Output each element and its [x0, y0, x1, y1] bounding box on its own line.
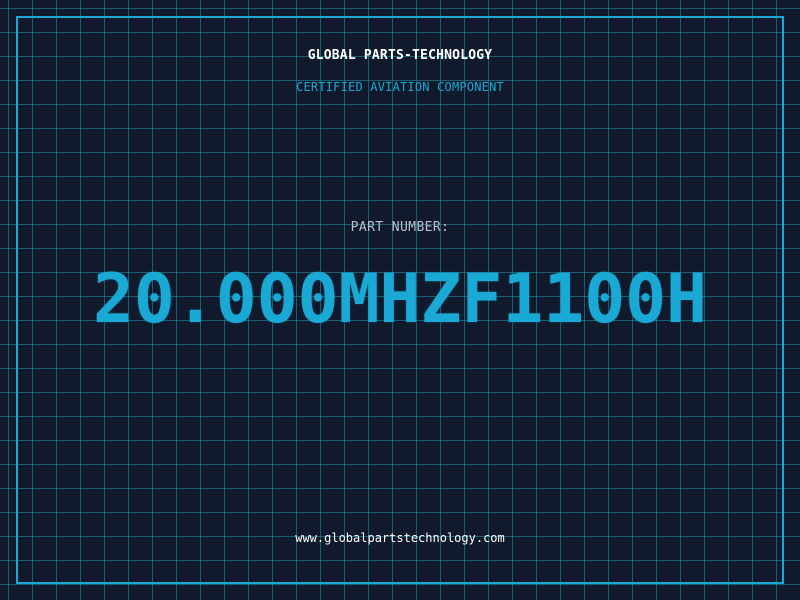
part-number-label: PART NUMBER: — [350, 220, 450, 235]
part-number-value: 20.000MHZF1100H — [92, 260, 708, 339]
website-url: www.globalpartstechnology.com — [295, 531, 505, 545]
brand-title: GLOBAL PARTS-TECHNOLOGY — [307, 48, 493, 63]
certification-subtitle: CERTIFIED AVIATION COMPONENT — [296, 80, 504, 94]
